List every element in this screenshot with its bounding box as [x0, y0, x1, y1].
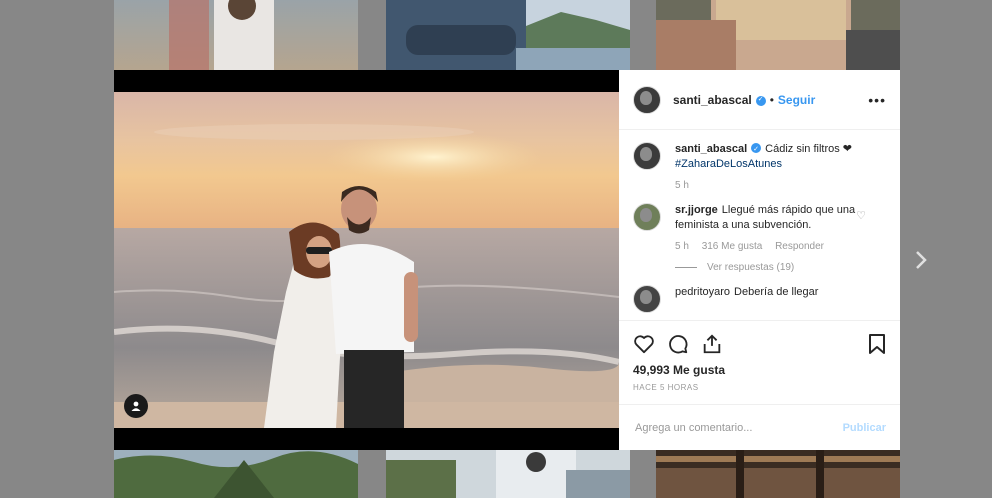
view-replies-button[interactable]: Ver respuestas (19) — [675, 260, 886, 275]
person-tag-icon — [131, 401, 141, 411]
thumbnail-image — [386, 450, 630, 498]
comment-age: 5 h — [675, 241, 689, 252]
thumbnail-image — [114, 0, 358, 70]
comment-likes[interactable]: 316 Me gusta — [702, 241, 763, 252]
verified-badge-icon — [755, 95, 766, 106]
like-button[interactable] — [633, 334, 655, 354]
grid-thumbnail[interactable] — [386, 450, 630, 498]
comment-username[interactable]: pedritoyaro — [675, 286, 730, 298]
post-actions: 49,993 Me gusta HACE 5 HORAS — [619, 320, 900, 392]
comment-input[interactable] — [633, 420, 843, 435]
commenter-avatar[interactable] — [633, 203, 661, 231]
comment-text: Debería de llegar — [734, 286, 819, 298]
tag-people-button[interactable] — [124, 394, 148, 418]
share-icon — [703, 334, 721, 354]
list-item: pedritoyaro Debería de llegar — [633, 285, 886, 313]
author-avatar[interactable] — [633, 85, 661, 114]
caption-username[interactable]: santi_abascal — [675, 143, 747, 155]
grid-thumbnail[interactable] — [656, 0, 900, 70]
caption: santi_abascal Cádiz sin filtros ❤ #Zahara… — [633, 142, 886, 193]
follow-button[interactable]: Seguir — [778, 93, 815, 107]
post-timestamp: HACE 5 HORAS — [633, 383, 699, 392]
comments-list[interactable]: santi_abascal Cádiz sin filtros ❤ #Zahara… — [619, 142, 900, 320]
post-header: santi_abascal • Seguir ••• — [619, 70, 900, 130]
heart-emoji-icon: ❤ — [842, 143, 853, 155]
author-avatar[interactable] — [633, 142, 661, 170]
caption-text: Cádiz sin filtros — [765, 143, 840, 155]
hashtag-link[interactable]: #ZaharaDeLosAtunes — [675, 158, 782, 170]
more-options-button[interactable]: ••• — [868, 92, 886, 108]
comment-icon — [669, 335, 688, 354]
comment-meta: 5 h 316 Me gusta Responder — [675, 239, 886, 254]
reply-button[interactable]: Responder — [775, 241, 824, 252]
grid-thumbnail[interactable] — [114, 0, 358, 70]
thumbnail-image — [656, 0, 900, 70]
bookmark-icon — [869, 334, 885, 354]
caption-age: 5 h — [675, 180, 689, 191]
likes-count[interactable]: 49,993 Me gusta — [633, 363, 886, 377]
comment-button[interactable] — [667, 333, 689, 355]
verified-badge-icon — [751, 142, 762, 157]
heart-icon — [634, 335, 654, 354]
publish-button[interactable]: Publicar — [843, 422, 886, 434]
chevron-right-icon — [916, 251, 927, 269]
post-sidebar: santi_abascal • Seguir ••• santi_abascal… — [619, 70, 900, 450]
commenter-avatar[interactable] — [633, 285, 661, 313]
list-item: sr.jjorge Llegué más rápido que una femin… — [633, 203, 886, 275]
action-row — [633, 331, 886, 357]
caption-meta: 5 h — [675, 178, 886, 193]
add-comment-bar: Publicar — [619, 404, 900, 450]
post-photo[interactable] — [114, 92, 619, 428]
next-post-button[interactable] — [904, 240, 938, 280]
grid-thumbnail[interactable] — [114, 450, 358, 498]
post-modal: santi_abascal • Seguir ••• santi_abascal… — [114, 70, 900, 450]
thumbnail-image — [114, 450, 358, 498]
sunset-photo — [114, 92, 619, 428]
share-button[interactable] — [701, 333, 723, 355]
comment-like-icon[interactable]: ♡ — [856, 209, 866, 224]
save-button[interactable] — [868, 333, 886, 355]
grid-thumbnail[interactable] — [386, 0, 630, 70]
grid-thumbnail[interactable] — [656, 450, 900, 498]
comment-username[interactable]: sr.jjorge — [675, 204, 718, 216]
author-username[interactable]: santi_abascal — [673, 93, 752, 107]
separator-dot: • — [769, 92, 774, 107]
thumbnail-image — [656, 450, 900, 498]
thumbnail-image — [386, 0, 630, 70]
